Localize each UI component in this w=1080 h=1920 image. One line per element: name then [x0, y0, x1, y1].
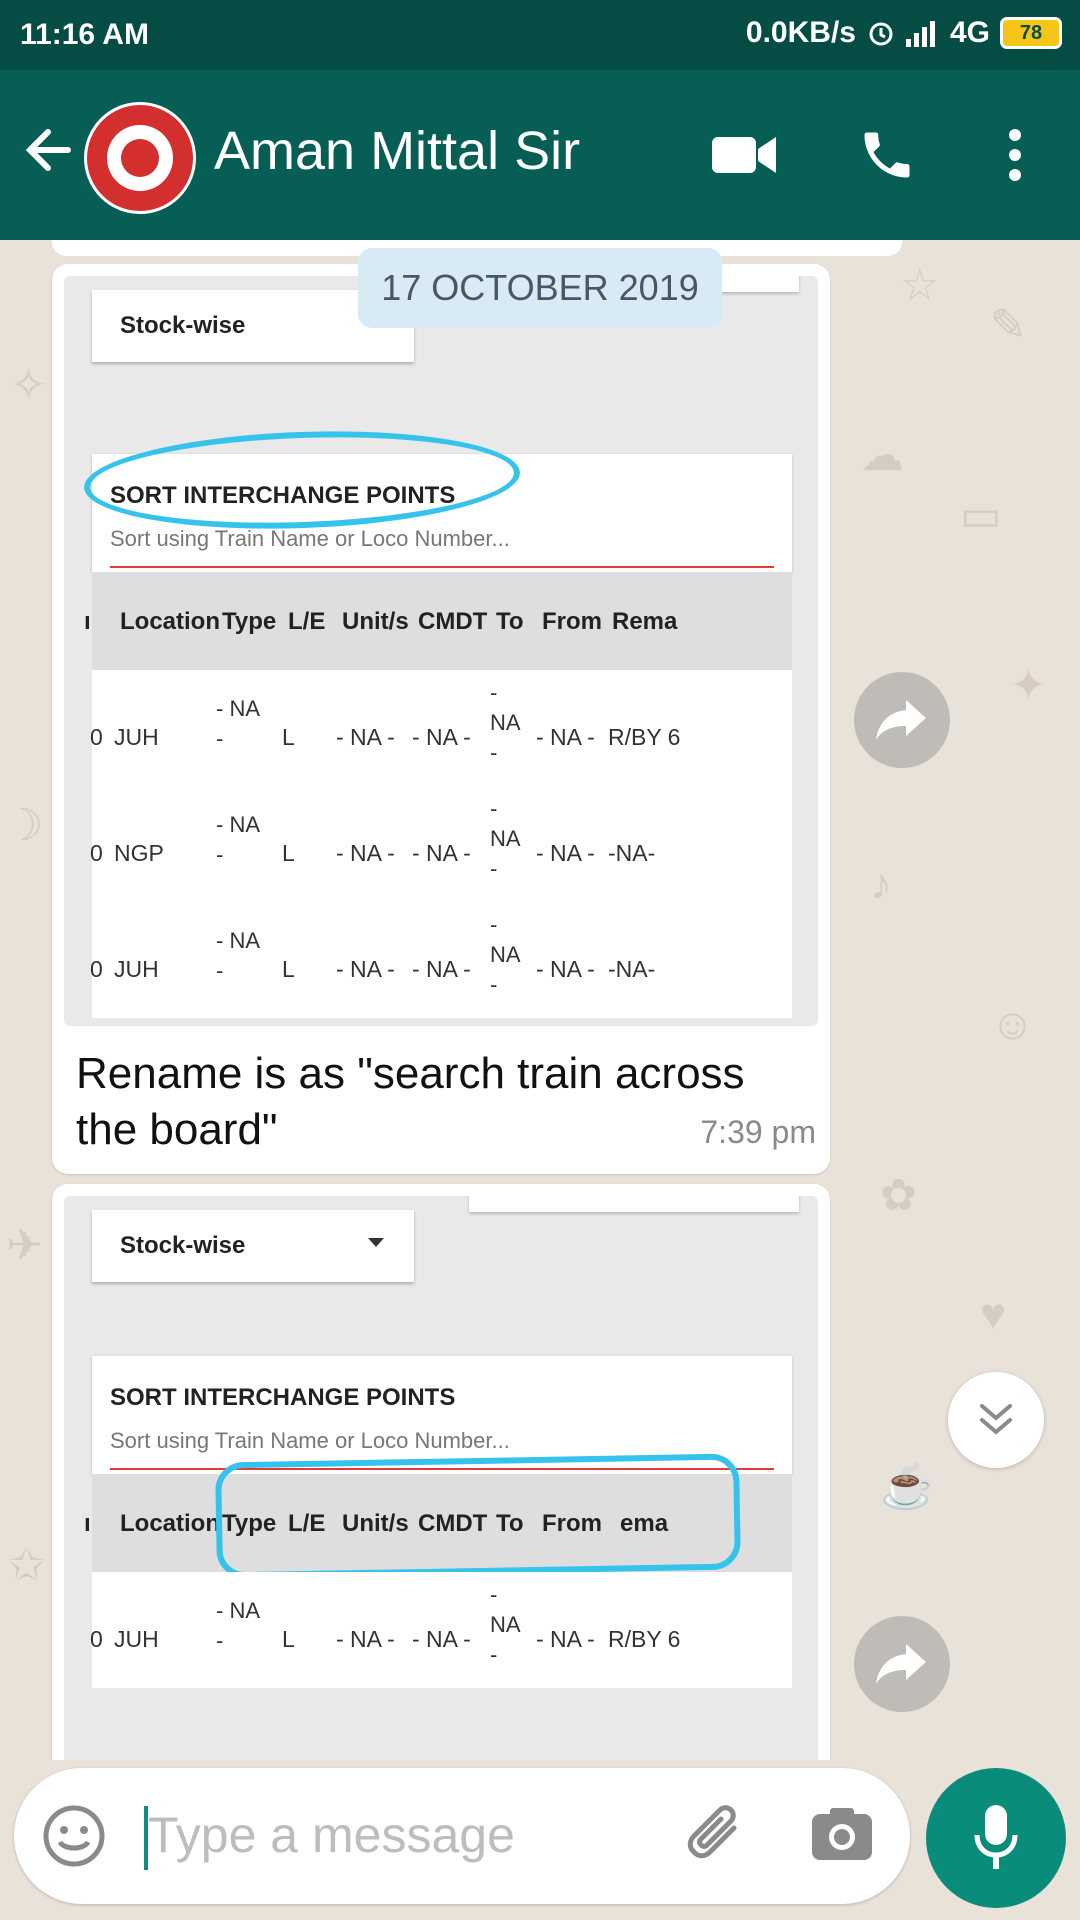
net-speed: 0.0KB/s: [745, 16, 856, 49]
table-row: 0 JUH - NA - L - NA - - NA - - NA - - NA…: [90, 1572, 792, 1688]
forward-arrow-icon: [876, 700, 926, 740]
screenshot-top-card: [469, 1196, 799, 1212]
chat-area[interactable]: ☆ ✎ ☁ ▭ ✦ ♪ ☺ ✿ ♥ ✧ ☽ ✈ ✩ ☕ Stock-wise SORT INT…: [0, 240, 1080, 1760]
message-time: 7:39 pm: [700, 1114, 816, 1150]
battery-icon: 78: [1000, 17, 1062, 49]
input-underline: [110, 566, 774, 568]
more-options-button[interactable]: [980, 120, 1050, 190]
avatar[interactable]: [84, 102, 196, 214]
col-le: L/E: [288, 608, 326, 635]
message-composer: Type a message: [14, 1768, 910, 1904]
paperclip-icon[interactable]: [678, 1798, 758, 1878]
double-chevron-down-icon: [980, 1404, 1012, 1435]
table-row: 0 NGP - NA - L - NA - - NA - - NA - - NA…: [90, 786, 792, 902]
status-bar: 11:16 AM 0.0KB/s 4G 78: [0, 0, 1080, 70]
image-message-bubble[interactable]: Stock-wise SORT INTERCHANGE POINTS Sort …: [52, 1184, 830, 1760]
phone-icon: [864, 132, 910, 178]
dropdown-label: Stock-wise: [120, 1232, 246, 1259]
col-cmdt: CMDT: [418, 608, 488, 635]
forward-arrow-icon: [876, 1644, 926, 1684]
image-message-bubble[interactable]: Stock-wise SORT INTERCHANGE POINTS Sort …: [52, 264, 830, 1174]
alarm-icon: [869, 22, 893, 46]
forward-button[interactable]: [854, 672, 950, 768]
col-from: From: [542, 608, 602, 635]
microphone-icon: [974, 1805, 1018, 1869]
back-arrow-icon[interactable]: [20, 122, 76, 178]
forward-button[interactable]: [854, 1616, 950, 1712]
screenshot-dropdown: Stock-wise: [92, 1210, 414, 1282]
contact-name[interactable]: Aman Mittal Sir: [214, 120, 580, 182]
voice-call-button[interactable]: [852, 120, 922, 190]
chat-header: Aman Mittal Sir: [0, 70, 1080, 240]
more-vert-icon: [1009, 129, 1021, 181]
caret-down-icon: [368, 1238, 384, 1247]
date-chip: 17 OCTOBER 2019: [358, 248, 722, 328]
table-row: 0 JUH - NA - L - NA - - NA - - NA - - NA…: [90, 670, 792, 786]
col-units: Unit/s: [342, 608, 409, 635]
voice-message-button[interactable]: [926, 1768, 1066, 1908]
network-type: 4G: [949, 16, 990, 49]
attached-screenshot[interactable]: Stock-wise SORT INTERCHANGE POINTS Sort …: [64, 276, 818, 1026]
attached-screenshot[interactable]: Stock-wise SORT INTERCHANGE POINTS Sort …: [64, 1196, 818, 1760]
sort-placeholder: Sort using Train Name or Loco Number...: [110, 1428, 510, 1453]
col-remarks: Rema: [612, 608, 678, 635]
scroll-to-bottom-button[interactable]: [948, 1372, 1044, 1468]
battery-level: 78: [1019, 21, 1043, 44]
camera-icon[interactable]: [810, 1804, 874, 1868]
col-to: To: [496, 608, 524, 635]
highlight-box: [215, 1453, 741, 1579]
message-input[interactable]: Type a message: [148, 1806, 515, 1864]
col-location: Location: [120, 608, 220, 635]
table-row: 0 JUH - NA - L - NA - - NA - - NA - - NA…: [90, 902, 792, 1018]
dropdown-label: Stock-wise: [120, 312, 246, 339]
signal-icon: [905, 21, 935, 47]
status-time: 11:16 AM: [20, 18, 149, 51]
col-type: Type: [222, 608, 277, 635]
emoji-icon[interactable]: [42, 1804, 106, 1868]
video-call-button[interactable]: [710, 120, 780, 190]
table-header: ı Location Type L/E Unit/s CMDT To From …: [84, 572, 792, 670]
sort-placeholder: Sort using Train Name or Loco Number...: [110, 526, 510, 551]
sort-heading: SORT INTERCHANGE POINTS: [110, 1384, 456, 1411]
video-camera-icon: [712, 137, 776, 173]
